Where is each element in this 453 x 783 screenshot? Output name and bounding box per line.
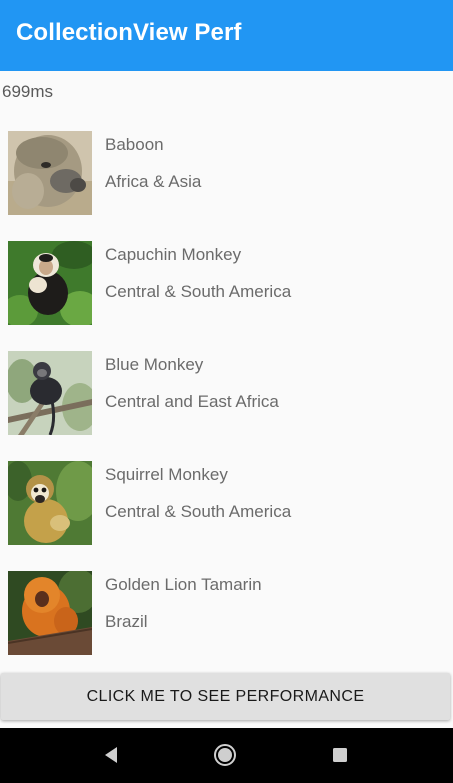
list-item-blue-monkey[interactable]: Blue Monkey Central and East Africa: [0, 338, 453, 448]
system-nav-bar: [0, 728, 453, 783]
app-bar: CollectionView Perf: [0, 0, 453, 71]
golden-lion-tamarin-image: [8, 571, 92, 655]
monkey-location: Central and East Africa: [105, 392, 279, 411]
blue-monkey-image: [8, 351, 92, 435]
monkey-name: Blue Monkey: [105, 355, 204, 374]
list-item-squirrel-monkey[interactable]: Squirrel Monkey Central & South America: [0, 448, 453, 558]
see-performance-button[interactable]: CLICK ME TO SEE PERFORMANCE: [1, 673, 450, 720]
recent-square-icon[interactable]: [328, 743, 352, 767]
monkey-list[interactable]: Baboon Africa & Asia Capuchin Monkey Cen…: [0, 118, 453, 668]
monkey-location: Africa & Asia: [105, 172, 202, 191]
monkey-name: Squirrel Monkey: [105, 465, 228, 484]
monkey-name: Capuchin Monkey: [105, 245, 242, 264]
capuchin-monkey-image: [8, 241, 92, 325]
monkey-location: Brazil: [105, 612, 148, 631]
list-item-baboon[interactable]: Baboon Africa & Asia: [0, 118, 453, 228]
list-item-capuchin-monkey[interactable]: Capuchin Monkey Central & South America: [0, 228, 453, 338]
back-triangle-icon[interactable]: [99, 743, 123, 767]
monkey-location: Central & South America: [105, 282, 292, 301]
timing-label: 699ms: [2, 82, 54, 101]
monkey-location: Central & South America: [105, 502, 292, 521]
monkey-name: Baboon: [105, 135, 164, 154]
squirrel-monkey-image: [8, 461, 92, 545]
home-circle-icon[interactable]: [213, 743, 237, 767]
page-title: CollectionView Perf: [16, 19, 242, 46]
baboon-image: [8, 131, 92, 215]
monkey-name: Golden Lion Tamarin: [105, 575, 262, 594]
list-item-golden-lion-tamarin[interactable]: Golden Lion Tamarin Brazil: [0, 558, 453, 668]
